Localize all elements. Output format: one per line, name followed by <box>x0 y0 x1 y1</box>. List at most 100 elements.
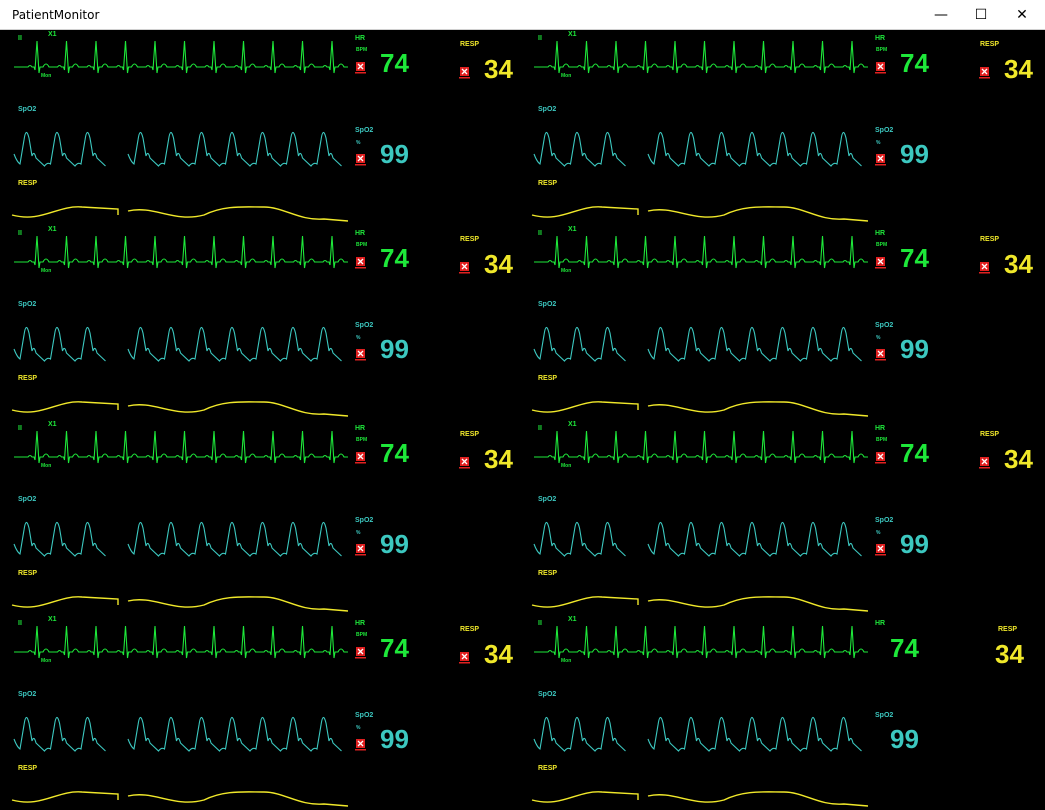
hr-value: 74 <box>380 48 409 78</box>
hr-alarm-icon[interactable] <box>355 257 366 269</box>
resp-alarm-icon[interactable] <box>459 652 470 664</box>
hr-unit-label: BPM <box>876 47 887 53</box>
ecg-lead-label: II <box>538 425 542 432</box>
ecg-gain-label: X1 <box>48 31 57 38</box>
resp-wave-label: RESP <box>18 570 37 577</box>
spo2-waveform <box>13 326 342 362</box>
resp-label: RESP <box>460 41 479 48</box>
spo2-unit-label: % <box>876 335 881 341</box>
close-button[interactable]: ✕ <box>999 0 1045 29</box>
resp-alarm-icon[interactable] <box>979 67 990 79</box>
patient-panel-2: II X1 Mon HR BPM 74 SpO2 SpO2% 99 RESP RESP 34 <box>531 31 1033 222</box>
hr-value: 74 <box>900 48 929 78</box>
hr-alarm-icon[interactable] <box>355 647 366 659</box>
resp-value: 34 <box>995 639 1024 669</box>
ecg-filter-label: Mon <box>41 463 51 469</box>
hr-label: HR <box>875 620 885 627</box>
ecg-waveform <box>14 430 348 464</box>
resp-wave-label: RESP <box>538 180 557 187</box>
resp-value: 34 <box>484 54 513 84</box>
spo2-label: SpO2 <box>355 127 373 134</box>
spo2-value: 99 <box>900 139 929 169</box>
hr-label: HR <box>355 620 365 627</box>
spo2-alarm-icon[interactable] <box>355 154 366 166</box>
spo2-wave-label: SpO2 <box>18 106 36 113</box>
hr-value: 74 <box>900 438 929 468</box>
ecg-filter-label: Mon <box>561 73 571 79</box>
spo2-alarm-icon[interactable] <box>875 154 886 166</box>
resp-value: 34 <box>484 639 513 669</box>
hr-label: HR <box>355 35 365 42</box>
hr-alarm-icon[interactable] <box>875 62 886 74</box>
spo2-unit-label: % <box>356 335 361 341</box>
spo2-wave-label: SpO2 <box>538 691 556 698</box>
ecg-lead-label: II <box>18 425 22 432</box>
hr-unit-label: BPM <box>876 437 887 443</box>
hr-value: 74 <box>890 633 919 663</box>
resp-wave-label: RESP <box>538 375 557 382</box>
hr-unit-label: BPM <box>356 242 367 248</box>
resp-value: 34 <box>1004 444 1033 474</box>
hr-value: 74 <box>900 243 929 273</box>
maximize-button[interactable]: ☐ <box>958 0 1004 29</box>
spo2-wave-label: SpO2 <box>538 496 556 503</box>
spo2-waveform <box>533 326 862 362</box>
title-bar[interactable]: PatientMonitor — ☐ ✕ <box>0 0 1045 30</box>
ecg-gain-label: X1 <box>568 226 577 233</box>
ecg-filter-label: Mon <box>561 658 571 664</box>
hr-alarm-icon[interactable] <box>875 452 886 464</box>
hr-label: HR <box>875 230 885 237</box>
spo2-unit-label: % <box>356 530 361 536</box>
hr-unit-label: BPM <box>356 632 367 638</box>
spo2-alarm-icon[interactable] <box>355 544 366 556</box>
resp-waveform <box>531 791 869 807</box>
spo2-wave-label: SpO2 <box>538 106 556 113</box>
ecg-gain-label: X1 <box>568 421 577 428</box>
hr-value: 74 <box>380 243 409 273</box>
spo2-alarm-icon[interactable] <box>355 739 366 751</box>
resp-label: RESP <box>998 626 1017 633</box>
spo2-unit-label: % <box>356 725 361 731</box>
ecg-lead-label: II <box>18 620 22 627</box>
hr-label: HR <box>355 425 365 432</box>
resp-waveform <box>11 791 349 807</box>
spo2-value: 99 <box>380 334 409 364</box>
ecg-waveform <box>14 40 348 74</box>
hr-alarm-icon[interactable] <box>355 62 366 74</box>
resp-alarm-icon[interactable] <box>459 457 470 469</box>
resp-label: RESP <box>460 626 479 633</box>
ecg-waveform <box>534 235 868 269</box>
hr-alarm-icon[interactable] <box>355 452 366 464</box>
ecg-waveform <box>534 625 868 659</box>
hr-alarm-icon[interactable] <box>875 257 886 269</box>
window-title: PatientMonitor <box>12 8 100 22</box>
spo2-alarm-icon[interactable] <box>875 544 886 556</box>
spo2-wave-label: SpO2 <box>18 691 36 698</box>
spo2-waveform <box>13 716 342 752</box>
resp-alarm-icon[interactable] <box>979 457 990 469</box>
resp-wave-label: RESP <box>538 765 557 772</box>
spo2-label: SpO2 <box>355 712 373 719</box>
ecg-filter-label: Mon <box>561 268 571 274</box>
spo2-value: 99 <box>900 334 929 364</box>
resp-label: RESP <box>980 236 999 243</box>
resp-alarm-icon[interactable] <box>979 262 990 274</box>
ecg-lead-label: II <box>18 230 22 237</box>
resp-value: 34 <box>1004 54 1033 84</box>
spo2-label: SpO2 <box>355 517 373 524</box>
ecg-filter-label: Mon <box>561 463 571 469</box>
resp-alarm-icon[interactable] <box>459 67 470 79</box>
spo2-alarm-icon[interactable] <box>355 349 366 361</box>
patient-panel-6: II X1 Mon HR BPM 74 SpO2 SpO2% 99 RESP RESP 34 <box>531 421 1033 612</box>
spo2-label: SpO2 <box>875 127 893 134</box>
patient-panel-8: II X1 Mon HR 74 SpO2 SpO2 99 RESP RESP 34 <box>531 616 1024 807</box>
ecg-gain-label: X1 <box>48 616 57 623</box>
resp-alarm-icon[interactable] <box>459 262 470 274</box>
resp-waveform <box>11 596 349 612</box>
resp-waveform <box>531 596 869 612</box>
ecg-waveform <box>14 235 348 269</box>
patient-panel-3: II X1 Mon HR BPM 74 SpO2 SpO2% 99 RESP RESP 34 <box>11 226 513 417</box>
spo2-label: SpO2 <box>875 712 893 719</box>
resp-value: 34 <box>1004 249 1033 279</box>
spo2-alarm-icon[interactable] <box>875 349 886 361</box>
